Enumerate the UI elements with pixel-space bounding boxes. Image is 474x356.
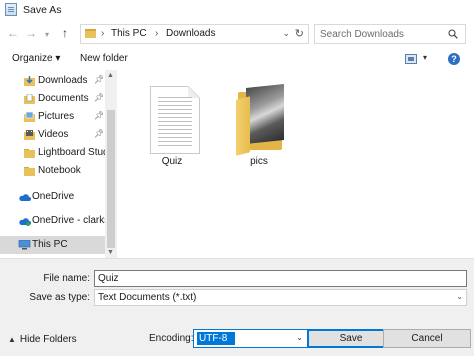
save-as-app-icon	[5, 3, 17, 16]
change-view-icon[interactable]	[405, 54, 417, 64]
encoding-value: UTF-8	[197, 332, 235, 345]
sidebar-item-pictures[interactable]: Pictures 📌︎	[0, 108, 105, 126]
scroll-up-icon[interactable]: ▲	[107, 72, 114, 79]
back-button[interactable]: ←	[7, 26, 19, 40]
sidebar-item-label: Pictures	[38, 111, 75, 122]
recent-locations-button[interactable]: ▾	[45, 28, 49, 42]
save-form: File name: Quiz Save as type: Text Docum…	[0, 259, 474, 356]
search-box[interactable]: Search Downloads	[314, 24, 466, 44]
folder-thumbnail-icon	[233, 76, 293, 156]
sidebar-item-label: This PC	[32, 239, 68, 250]
navigation-bar: ← → ▾ ↑ › This PC › Downloads ⌄ ↻ Search…	[0, 20, 474, 48]
view-options-chevron-icon[interactable]: ▾	[423, 53, 427, 62]
documents-icon	[24, 94, 35, 104]
sidebar-item-label: Downloads	[38, 75, 88, 86]
file-list: Quiz pics	[118, 70, 474, 258]
save-button[interactable]: Save	[307, 329, 395, 348]
chevron-up-icon: ▲	[8, 335, 16, 344]
hide-folders-button[interactable]: ▲ Hide Folders	[8, 334, 77, 345]
up-button[interactable]: ↑	[62, 26, 68, 40]
arrow-right-icon: →	[25, 26, 37, 40]
videos-icon	[24, 130, 35, 140]
file-name-value: Quiz	[98, 273, 119, 284]
cancel-button[interactable]: Cancel	[383, 329, 471, 348]
sidebar-item-label: Lightboard Studi	[38, 147, 111, 158]
sidebar-item-lightboard-studio[interactable]: Lightboard Studi	[0, 144, 111, 162]
sidebar-item-onedrive-business[interactable]: OneDrive - clarksc	[0, 212, 114, 230]
pin-icon: 📌︎	[94, 111, 105, 120]
scroll-down-icon[interactable]: ▼	[107, 249, 114, 256]
command-toolbar: Organize ▾ New folder ▾ ?	[0, 48, 474, 70]
arrow-left-icon: ←	[7, 26, 19, 40]
scrollbar-thumb[interactable]	[107, 110, 115, 248]
file-name-label: Quiz	[161, 156, 183, 167]
sidebar-item-documents[interactable]: Documents 📌︎	[0, 90, 105, 108]
sidebar-item-label: Notebook	[38, 165, 81, 176]
pin-icon: 📌︎	[94, 75, 105, 84]
this-pc-icon	[18, 240, 31, 250]
save-type-value: Text Documents (*.txt)	[98, 292, 197, 303]
sidebar-item-label: Documents	[38, 93, 89, 104]
chevron-down-icon: ▾	[45, 30, 50, 39]
downloads-icon	[24, 76, 35, 86]
file-name-field[interactable]: Quiz	[94, 270, 467, 287]
breadcrumb-this-pc[interactable]: This PC	[111, 28, 147, 39]
help-icon[interactable]: ?	[448, 53, 460, 65]
refresh-icon[interactable]: ↻	[295, 27, 304, 40]
title-bar: Save As	[0, 0, 474, 20]
sidebar-scrollbar[interactable]: ▲ ▼	[105, 70, 117, 258]
save-type-select[interactable]: Text Documents (*.txt) ⌄	[94, 289, 467, 306]
text-document-icon	[150, 86, 200, 154]
file-item-pics[interactable]: pics	[221, 76, 297, 167]
hide-folders-label: Hide Folders	[19, 334, 77, 345]
address-bar[interactable]: › This PC › Downloads ⌄ ↻	[80, 24, 309, 44]
sidebar-item-downloads[interactable]: Downloads 📌︎	[0, 72, 105, 90]
address-dropdown-icon[interactable]: ⌄	[282, 28, 290, 39]
pictures-icon	[24, 112, 35, 122]
file-item-quiz[interactable]: Quiz	[134, 76, 210, 167]
file-name-label: pics	[250, 156, 268, 167]
arrow-up-icon: ↑	[62, 26, 68, 40]
sidebar-item-label: OneDrive - clarksc	[32, 215, 115, 226]
sidebar-item-label: Videos	[38, 129, 69, 140]
chevron-down-icon: ⌄	[456, 292, 463, 301]
sidebar-item-label: OneDrive	[32, 191, 75, 202]
sidebar-item-this-pc[interactable]: This PC	[0, 236, 105, 254]
sidebar-item-videos[interactable]: Videos 📌︎	[0, 126, 105, 144]
onedrive-business-icon	[19, 218, 31, 226]
forward-button[interactable]: →	[25, 26, 37, 40]
breadcrumb-separator-icon: ›	[101, 28, 105, 39]
sidebar-item-notebook[interactable]: Notebook	[0, 162, 105, 180]
encoding-label: Encoding:	[149, 333, 194, 344]
window-title: Save As	[23, 4, 62, 16]
sidebar-item-onedrive[interactable]: OneDrive	[0, 188, 105, 206]
search-icon	[448, 29, 458, 39]
organize-button[interactable]: Organize ▾	[12, 53, 60, 64]
breadcrumb-downloads[interactable]: Downloads	[166, 28, 215, 39]
file-name-field-label: File name:	[43, 273, 90, 284]
pin-icon: 📌︎	[94, 129, 105, 138]
save-type-field-label: Save as type:	[29, 292, 90, 303]
folder-icon	[24, 167, 35, 176]
onedrive-icon	[19, 194, 31, 201]
downloads-folder-icon	[85, 29, 96, 38]
encoding-select[interactable]: UTF-8 ⌄	[193, 329, 308, 348]
breadcrumb-separator-icon: ›	[155, 28, 159, 39]
folder-icon	[24, 149, 35, 158]
pin-icon: 📌︎	[94, 93, 105, 102]
search-input[interactable]: Search Downloads	[320, 29, 404, 40]
chevron-down-icon: ⌄	[296, 333, 303, 342]
new-folder-button[interactable]: New folder	[80, 53, 128, 64]
navigation-pane: Downloads 📌︎ Documents 📌︎ Pictures 📌︎ Vi…	[0, 70, 117, 258]
